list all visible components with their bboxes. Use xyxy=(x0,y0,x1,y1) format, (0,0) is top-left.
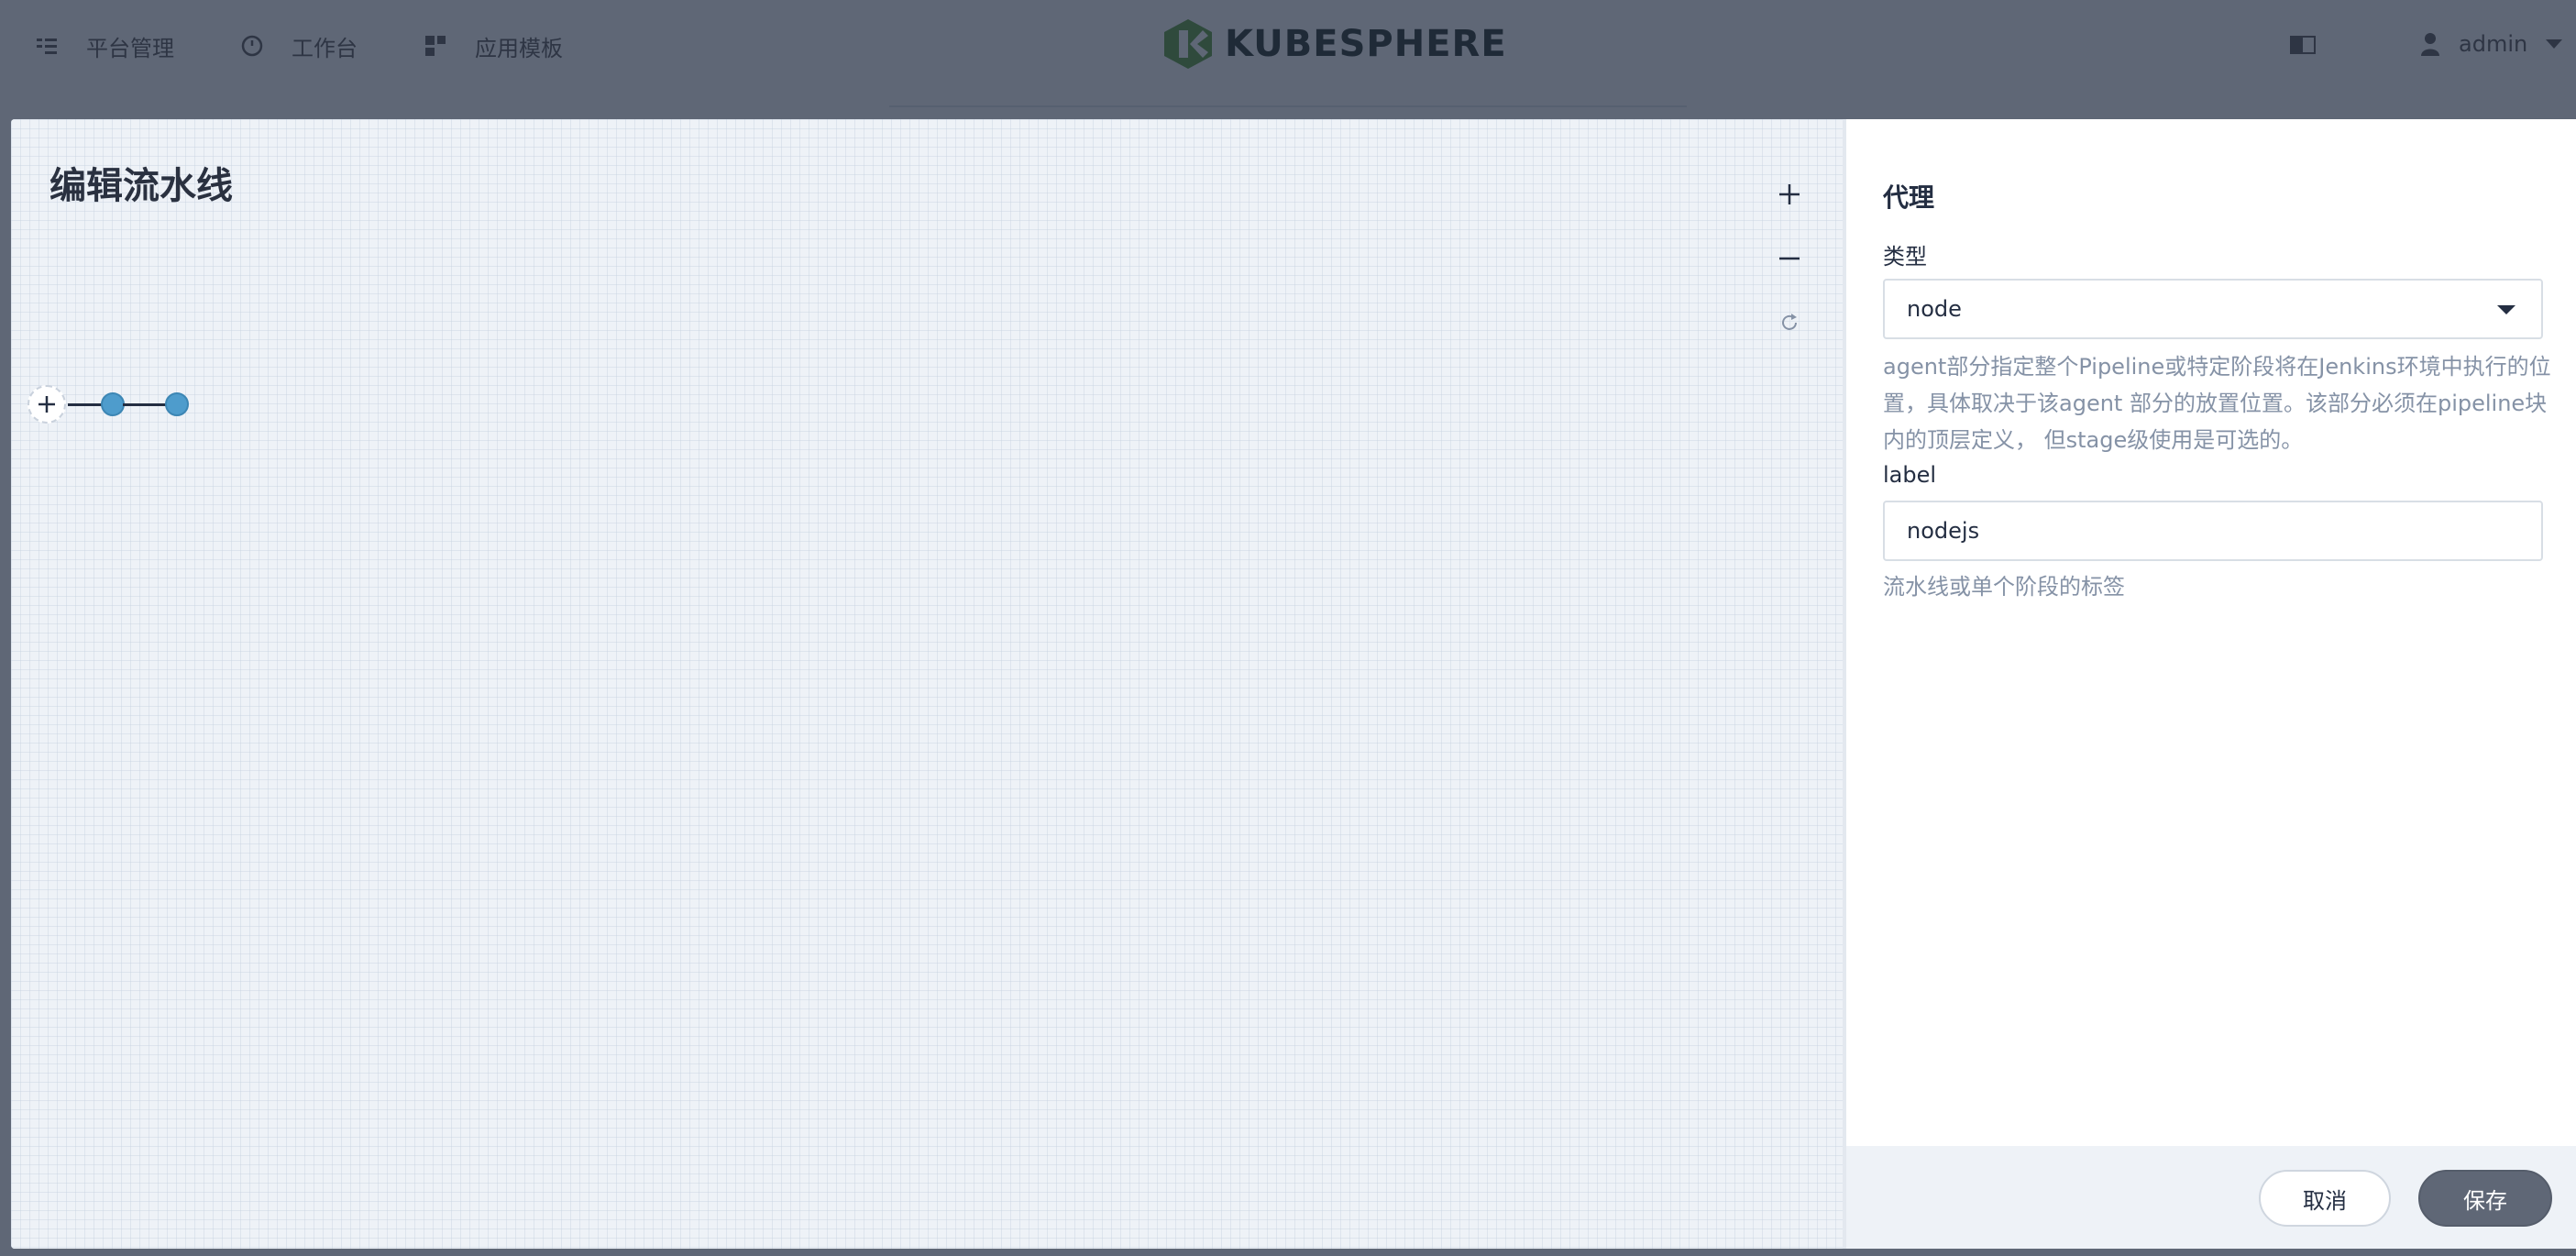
pipeline-start-node[interactable] xyxy=(101,392,125,416)
list-icon xyxy=(35,34,59,58)
add-stage-button[interactable] xyxy=(28,385,66,424)
nav-label: 应用模板 xyxy=(475,35,563,61)
type-help-text: agent部分指定整个Pipeline或特定阶段将在Jenkins环境中执行的位… xyxy=(1883,354,2551,453)
pipeline-canvas[interactable]: 编辑流水线 xyxy=(11,119,1844,1249)
save-button[interactable]: 保存 xyxy=(2418,1170,2552,1227)
type-select[interactable]: node xyxy=(1883,279,2543,339)
reset-zoom-button[interactable] xyxy=(1769,303,1810,343)
label-input[interactable]: nodejs xyxy=(1883,501,2543,561)
kubesphere-logo[interactable]: KUBESPHERE xyxy=(1162,17,1507,72)
pipeline-connector xyxy=(123,403,167,406)
plus-icon xyxy=(39,396,55,413)
page-title: 编辑流水线 xyxy=(50,165,233,207)
pipeline-end-node[interactable] xyxy=(165,392,189,416)
chevron-down-icon xyxy=(2497,305,2515,314)
user-menu[interactable]: admin xyxy=(2420,26,2563,62)
kubesphere-logo-icon xyxy=(1164,19,1212,69)
cancel-button[interactable]: 取消 xyxy=(2259,1170,2391,1227)
chevron-down-icon xyxy=(2546,39,2563,49)
top-navigation-bar: 平台管理 工作台 应用模板 KUBESPHERE admin xyxy=(0,0,2576,119)
agent-settings-panel: 代理 类型 node agent部分指定整个Pipeline或特定阶段将在Jen… xyxy=(1843,119,2576,1249)
plus-icon xyxy=(1779,184,1800,204)
label-input-value: nodejs xyxy=(1907,518,1980,544)
panel-footer: 取消 保存 xyxy=(1846,1146,2576,1249)
label-field-label: label xyxy=(1883,462,1937,488)
nav-label: 工作台 xyxy=(292,35,358,61)
divider xyxy=(889,105,1687,107)
nav-platform-management[interactable]: 平台管理 xyxy=(35,28,174,64)
nav-workbench[interactable]: 工作台 xyxy=(240,28,358,64)
edit-pipeline-modal: 编辑流水线 代理 类型 node agent部分指定整个Pipeline或特定阶… xyxy=(11,119,2576,1249)
notification-icon[interactable] xyxy=(2290,35,2316,55)
refresh-icon xyxy=(1782,314,1797,330)
logo-text: KUBESPHERE xyxy=(1225,23,1507,65)
nav-app-templates[interactable]: 应用模板 xyxy=(424,28,563,64)
user-name: admin xyxy=(2459,31,2528,57)
grid-icon xyxy=(424,34,447,58)
label-help-text: 流水线或单个阶段的标签 xyxy=(1883,574,2125,600)
zoom-in-button[interactable] xyxy=(1769,174,1810,215)
nav-label: 平台管理 xyxy=(86,35,174,61)
user-avatar-icon xyxy=(2420,31,2440,57)
clock-icon xyxy=(240,34,264,58)
type-label: 类型 xyxy=(1883,244,1927,270)
minus-icon xyxy=(1779,257,1800,260)
type-select-value: node xyxy=(1907,296,1962,322)
panel-title: 代理 xyxy=(1883,182,1935,213)
zoom-out-button[interactable] xyxy=(1769,238,1810,279)
